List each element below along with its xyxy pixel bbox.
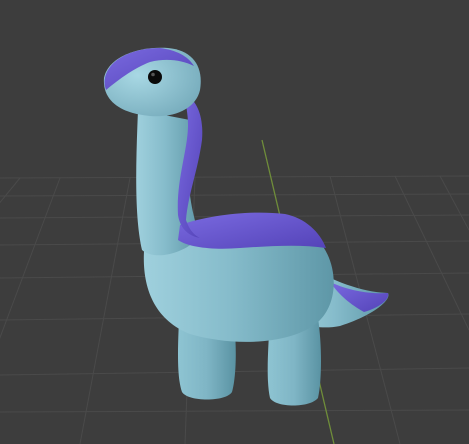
dino-eye-highlight <box>151 72 155 77</box>
dinosaur-model[interactable] <box>103 47 389 406</box>
dino-eye <box>148 70 162 84</box>
viewport-canvas[interactable] <box>0 0 469 444</box>
dino-back-stripe <box>178 212 326 249</box>
3d-viewport[interactable] <box>0 0 469 444</box>
